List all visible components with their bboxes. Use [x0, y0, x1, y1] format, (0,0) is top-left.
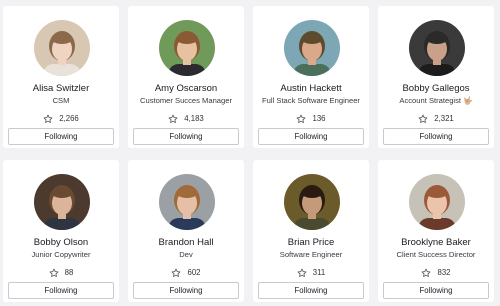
avatar[interactable] [34, 20, 90, 76]
star-icon[interactable] [297, 268, 307, 278]
avatar[interactable] [284, 174, 340, 230]
following-button[interactable]: Following [258, 128, 364, 145]
star-icon[interactable] [171, 268, 181, 278]
star-icon[interactable] [49, 268, 59, 278]
person-role: Customer Succes Manager [139, 96, 232, 105]
avatar[interactable] [159, 20, 215, 76]
star-count: 602 [187, 268, 201, 277]
profile-card[interactable]: Amy Oscarson Customer Succes Manager 4,183… [128, 6, 244, 148]
person-role: Dev [179, 250, 193, 259]
person-role: CSM [52, 96, 70, 105]
star-count: 136 [312, 114, 326, 123]
star-icon[interactable] [43, 114, 53, 124]
following-button[interactable]: Following [383, 282, 489, 299]
person-name[interactable]: Brandon Hall [128, 237, 244, 248]
person-role: Junior Copywriter [31, 250, 91, 259]
profile-card[interactable]: Brian Price Software Engineer 311 Following [253, 160, 369, 302]
person-name[interactable]: Brian Price [253, 237, 369, 248]
person-name[interactable]: Alisa Switzler [3, 83, 119, 94]
person-name[interactable]: Brooklyne Baker [378, 237, 494, 248]
star-count: 832 [437, 268, 451, 277]
star-count-row: 136 [253, 113, 369, 124]
person-role: Account Strategist 🤟🏼 [399, 96, 473, 105]
person-role: Software Engineer [279, 250, 343, 259]
star-count: 2,321 [434, 114, 454, 123]
following-button[interactable]: Following [8, 128, 114, 145]
star-icon[interactable] [296, 114, 306, 124]
star-count-row: 2,266 [3, 113, 119, 124]
star-icon[interactable] [168, 114, 178, 124]
star-count: 311 [312, 268, 326, 277]
following-button[interactable]: Following [8, 282, 114, 299]
star-count-row: 602 [128, 267, 244, 278]
avatar[interactable] [284, 20, 340, 76]
following-button[interactable]: Following [383, 128, 489, 145]
profile-card[interactable]: Brandon Hall Dev 602 Following [128, 160, 244, 302]
star-count: 4,183 [184, 114, 204, 123]
person-name[interactable]: Amy Oscarson [128, 83, 244, 94]
profile-card[interactable]: Austin Hackett Full Stack Software Engine… [253, 6, 369, 148]
star-count-row: 4,183 [128, 113, 244, 124]
following-button[interactable]: Following [133, 282, 239, 299]
profile-card[interactable]: Bobby Olson Junior Copywriter 88 Following [3, 160, 119, 302]
profile-card[interactable]: Alisa Switzler CSM 2,266 Following [3, 6, 119, 148]
avatar[interactable] [34, 174, 90, 230]
person-role: Client Success Director [396, 250, 476, 259]
person-name[interactable]: Bobby Gallegos [378, 83, 494, 94]
star-count: 2,266 [59, 114, 79, 123]
star-count: 88 [64, 268, 74, 277]
following-button[interactable]: Following [258, 282, 364, 299]
person-name[interactable]: Bobby Olson [3, 237, 119, 248]
star-count-row: 2,321 [378, 113, 494, 124]
star-count-row: 88 [3, 267, 119, 278]
star-icon[interactable] [418, 114, 428, 124]
star-icon[interactable] [421, 268, 431, 278]
person-role: Full Stack Software Engineer [262, 96, 360, 105]
profile-card[interactable]: Bobby Gallegos Account Strategist 🤟🏼 2,321… [378, 6, 494, 148]
avatar[interactable] [409, 174, 465, 230]
profile-card[interactable]: Brooklyne Baker Client Success Director 83… [378, 160, 494, 302]
avatar[interactable] [159, 174, 215, 230]
avatar[interactable] [409, 20, 465, 76]
person-name[interactable]: Austin Hackett [253, 83, 369, 94]
following-button[interactable]: Following [133, 128, 239, 145]
star-count-row: 832 [378, 267, 494, 278]
team-grid: Alisa Switzler CSM 2,266 Following Amy Oscar… [0, 0, 500, 306]
star-count-row: 311 [253, 267, 369, 278]
